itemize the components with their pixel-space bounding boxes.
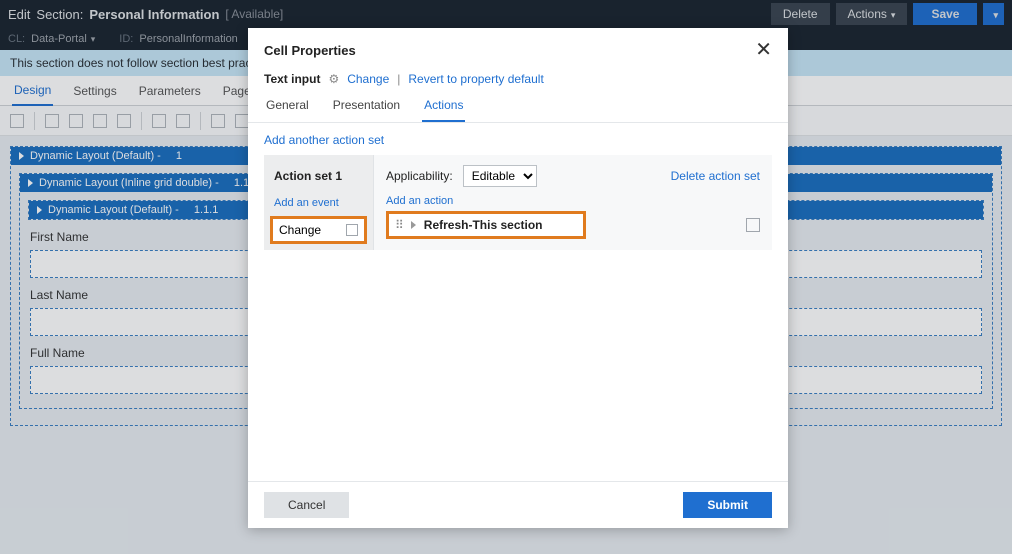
modal-tabs: General Presentation Actions — [248, 92, 788, 123]
modal-tab-general[interactable]: General — [264, 92, 311, 122]
delete-action-set-link[interactable]: Delete action set — [671, 169, 760, 183]
drag-handle-icon[interactable]: ⠿ — [395, 218, 403, 232]
modal-tab-presentation[interactable]: Presentation — [331, 92, 402, 122]
action-refresh-section[interactable]: ⠿ Refresh-This section — [386, 211, 586, 239]
triangle-icon — [411, 221, 416, 229]
event-label: Change — [279, 223, 321, 237]
cell-properties-modal: Cell Properties ✕ Text input ⚙ Change | … — [248, 28, 788, 528]
applicability-label: Applicability: — [386, 169, 453, 183]
modal-tab-actions[interactable]: Actions — [422, 92, 465, 122]
cell-type-label: Text input — [264, 72, 320, 86]
event-change[interactable]: Change — [270, 216, 367, 244]
gear-icon[interactable]: ⚙ — [328, 72, 339, 86]
revert-link[interactable]: Revert to property default — [408, 72, 543, 86]
submit-button[interactable]: Submit — [683, 492, 772, 518]
delete-icon[interactable] — [346, 224, 358, 236]
modal-title: Cell Properties — [264, 43, 356, 58]
action-label: Refresh-This section — [424, 218, 577, 232]
add-action-link[interactable]: Add an action — [386, 195, 760, 207]
action-set-name: Action set 1 — [264, 155, 373, 197]
close-icon[interactable]: ✕ — [755, 40, 772, 60]
applicability-select[interactable]: Editable — [463, 165, 537, 187]
action-set: Action set 1 Add an event Change Applica… — [264, 155, 772, 250]
add-event-link[interactable]: Add an event — [264, 197, 373, 213]
delete-icon[interactable] — [746, 218, 760, 232]
cancel-button[interactable]: Cancel — [264, 492, 349, 518]
change-link[interactable]: Change — [347, 72, 389, 86]
add-action-set-link[interactable]: Add another action set — [264, 133, 384, 147]
